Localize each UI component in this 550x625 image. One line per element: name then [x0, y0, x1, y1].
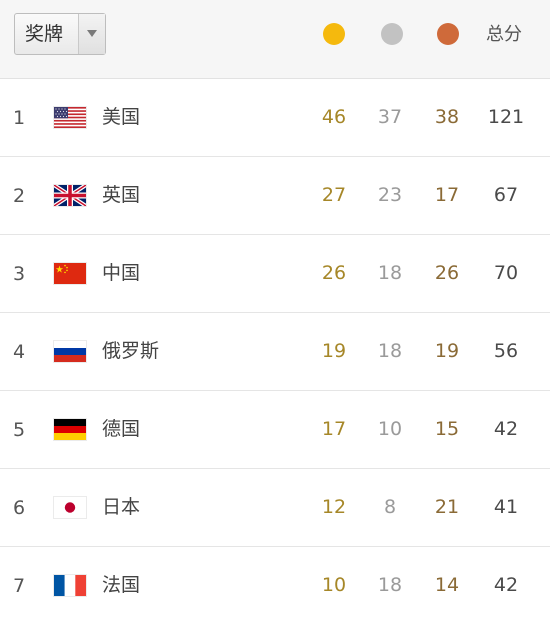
japan-flag-icon — [54, 497, 86, 518]
gold-count: 19 — [321, 340, 347, 362]
country-name: 法国 — [102, 574, 141, 596]
rank: 4 — [13, 341, 26, 363]
gold-count: 26 — [321, 262, 347, 284]
bronze-medal-icon[interactable] — [437, 23, 459, 45]
bronze-count: 14 — [434, 574, 460, 596]
bronze-count: 17 — [434, 184, 460, 206]
rank: 5 — [13, 419, 26, 441]
france-flag-icon — [54, 575, 86, 596]
table-row[interactable]: 4 俄罗斯 19 18 19 56 — [0, 313, 550, 391]
total-count: 121 — [487, 106, 525, 128]
total-count: 67 — [493, 184, 519, 206]
chevron-down-icon — [87, 30, 97, 37]
total-count: 56 — [493, 340, 519, 362]
usa-flag-icon — [54, 107, 86, 128]
bronze-count: 21 — [434, 496, 460, 518]
silver-count: 18 — [377, 340, 403, 362]
total-count: 41 — [493, 496, 519, 518]
bronze-count: 26 — [434, 262, 460, 284]
bronze-count: 38 — [434, 106, 460, 128]
dropdown-toggle[interactable] — [78, 14, 105, 54]
total-count: 42 — [493, 418, 519, 440]
gold-count: 12 — [321, 496, 347, 518]
silver-count: 37 — [377, 106, 403, 128]
rank: 6 — [13, 497, 26, 519]
country-name: 德国 — [102, 418, 141, 440]
table-row[interactable]: 1 美国 46 37 38 121 — [0, 79, 550, 157]
russia-flag-icon — [54, 341, 86, 362]
dropdown-label: 奖牌 — [25, 23, 64, 45]
gold-count: 46 — [321, 106, 347, 128]
total-count: 70 — [493, 262, 519, 284]
silver-medal-icon[interactable] — [381, 23, 403, 45]
table-row[interactable]: 3 中国 26 18 26 70 — [0, 235, 550, 313]
table-row[interactable]: 5 德国 17 10 15 42 — [0, 391, 550, 469]
table-row[interactable]: 2 英国 27 23 17 67 — [0, 157, 550, 235]
bronze-count: 15 — [434, 418, 460, 440]
silver-count: 10 — [377, 418, 403, 440]
total-count: 42 — [493, 574, 519, 596]
country-name: 俄罗斯 — [102, 340, 160, 362]
silver-count: 8 — [383, 496, 397, 518]
bronze-count: 19 — [434, 340, 460, 362]
gold-count: 27 — [321, 184, 347, 206]
table-row[interactable]: 6 日本 12 8 21 41 — [0, 469, 550, 547]
rank: 1 — [13, 107, 26, 129]
china-flag-icon — [54, 263, 86, 284]
germany-flag-icon — [54, 419, 86, 440]
table-header: 奖牌 总分 — [0, 0, 550, 79]
rank: 2 — [13, 185, 26, 207]
rank: 3 — [13, 263, 26, 285]
total-column-header[interactable]: 总分 — [486, 25, 522, 45]
country-name: 中国 — [102, 262, 141, 284]
gold-count: 17 — [321, 418, 347, 440]
silver-count: 18 — [377, 574, 403, 596]
silver-count: 18 — [377, 262, 403, 284]
silver-count: 23 — [377, 184, 403, 206]
gold-count: 10 — [321, 574, 347, 596]
country-name: 美国 — [102, 106, 141, 128]
medal-sort-dropdown[interactable]: 奖牌 — [14, 13, 106, 55]
uk-flag-icon — [54, 185, 86, 206]
country-name: 日本 — [102, 496, 141, 518]
gold-medal-icon[interactable] — [323, 23, 345, 45]
table-row[interactable]: 7 法国 10 18 14 42 — [0, 547, 550, 625]
country-name: 英国 — [102, 184, 141, 206]
rank: 7 — [13, 575, 26, 597]
